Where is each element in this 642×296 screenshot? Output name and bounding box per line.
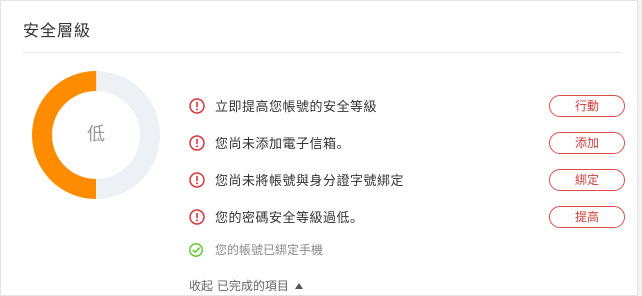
divider xyxy=(23,52,621,53)
security-level-label: 低 xyxy=(87,124,105,145)
warning-circle-icon xyxy=(189,97,205,114)
completed-text: 您的帳號已綁定手機 xyxy=(215,243,324,257)
completed-item: 您的帳號已綁定手機 xyxy=(189,241,323,258)
warning-text: 您尚未添加電子信箱。 xyxy=(215,137,351,152)
warning-text: 您的密碼安全等級過低。 xyxy=(215,211,364,226)
collapse-label: 收起 已完成的項目 xyxy=(189,279,289,293)
warning-row: 立即提高您帳號的安全等級 行動 xyxy=(189,87,625,124)
panel-title: 安全層級 xyxy=(23,21,92,40)
warning-row: 您的密碼安全等級過低。 提高 xyxy=(189,198,625,235)
bind-id-button[interactable]: 綁定 xyxy=(549,168,625,191)
warning-row: 您尚未添加電子信箱。 添加 xyxy=(189,124,625,161)
check-circle-icon xyxy=(189,242,203,257)
security-level-panel: 安全層級 低 立即提高您帳號的安全等級 行動 您尚未添加電子信箱。 添加 您尚未… xyxy=(0,0,638,296)
security-level-gauge: 低 xyxy=(32,71,160,199)
improve-password-button[interactable]: 提高 xyxy=(549,205,625,228)
add-email-button[interactable]: 添加 xyxy=(549,131,625,154)
take-action-button[interactable]: 行動 xyxy=(549,94,625,117)
warning-circle-icon xyxy=(189,208,205,225)
caret-up-icon xyxy=(294,282,303,289)
warning-list: 立即提高您帳號的安全等級 行動 您尚未添加電子信箱。 添加 您尚未將帳號與身分證… xyxy=(189,87,625,235)
warning-circle-icon xyxy=(189,134,205,151)
collapse-completed-link[interactable]: 收起 已完成的項目 xyxy=(189,277,303,294)
warning-circle-icon xyxy=(189,171,205,188)
warning-row: 您尚未將帳號與身分證字號綁定 綁定 xyxy=(189,161,625,198)
warning-text: 立即提高您帳號的安全等級 xyxy=(215,100,378,115)
warning-text: 您尚未將帳號與身分證字號綁定 xyxy=(215,174,405,189)
